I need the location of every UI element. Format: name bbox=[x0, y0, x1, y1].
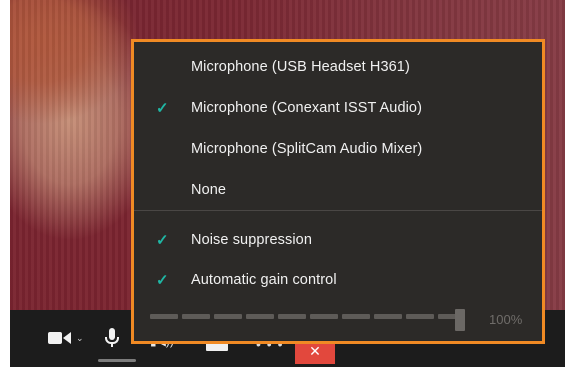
chevron-down-icon[interactable]: ⌄ bbox=[76, 333, 84, 344]
menu-divider bbox=[134, 210, 542, 211]
volume-percentage: 100% bbox=[489, 312, 523, 327]
device-label: Microphone (USB Headset H361) bbox=[191, 59, 410, 75]
device-option[interactable]: None bbox=[134, 175, 542, 205]
audio-settings-menu: Microphone (USB Headset H361) ✓ Micropho… bbox=[131, 39, 545, 344]
microphone-button[interactable] bbox=[105, 328, 119, 347]
device-label: None bbox=[191, 182, 227, 198]
check-icon: ✓ bbox=[156, 100, 169, 117]
microphone-icon bbox=[105, 328, 119, 347]
active-indicator bbox=[98, 359, 136, 362]
device-option[interactable]: Microphone (SplitCam Audio Mixer) bbox=[134, 134, 542, 164]
noise-suppression-toggle[interactable]: ✓ Noise suppression bbox=[134, 225, 542, 255]
volume-slider-thumb[interactable] bbox=[455, 309, 465, 331]
device-label: Microphone (SplitCam Audio Mixer) bbox=[191, 141, 423, 157]
option-label: Automatic gain control bbox=[191, 272, 337, 288]
option-label: Noise suppression bbox=[191, 232, 312, 248]
auto-gain-toggle[interactable]: ✓ Automatic gain control bbox=[134, 265, 542, 295]
volume-slider[interactable] bbox=[150, 309, 470, 331]
check-icon: ✓ bbox=[156, 272, 169, 289]
camera-icon bbox=[48, 332, 62, 344]
video-call-window: ⌄ ▮◀)) • • • ✕ Microphone (USB Headset H… bbox=[10, 0, 565, 367]
hangup-icon: ✕ bbox=[309, 342, 321, 359]
check-icon: ✓ bbox=[156, 232, 169, 249]
device-option[interactable]: ✓ Microphone (Conexant ISST Audio) bbox=[134, 93, 542, 123]
device-label: Microphone (Conexant ISST Audio) bbox=[191, 100, 423, 116]
camera-button[interactable]: ⌄ bbox=[48, 332, 84, 344]
device-option[interactable]: Microphone (USB Headset H361) bbox=[134, 52, 542, 82]
